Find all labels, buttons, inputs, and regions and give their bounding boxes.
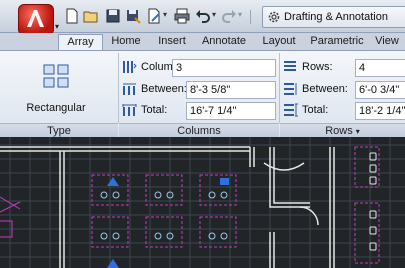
- save-icon[interactable]: [105, 8, 121, 24]
- chevron-down-icon: ▾: [355, 127, 360, 136]
- rows-icon: [284, 61, 296, 71]
- chevron-down-icon[interactable]: ▾: [163, 10, 167, 19]
- tab-home[interactable]: Home: [108, 33, 144, 50]
- columns-count-input[interactable]: 3: [172, 59, 276, 77]
- title-bar: ▾ ▾ ▾ ▾ Drafting & Annotation: [0, 0, 405, 34]
- columns-between-row: Between: 8'-3 5/8": [122, 81, 277, 99]
- column-spacing-icon: [123, 83, 136, 95]
- rows-label: Rows:: [302, 61, 333, 73]
- tab-annotate[interactable]: Annotate: [198, 33, 250, 50]
- rectangular-array-button[interactable]: Rectangular: [15, 58, 97, 118]
- row-total-icon: [284, 103, 298, 117]
- chevron-down-icon[interactable]: ▾: [212, 10, 216, 19]
- rows-between-label: Between:: [302, 83, 348, 95]
- columns-count-row: Columns: 3: [122, 59, 277, 77]
- rows-panel-title[interactable]: Rows ▾: [280, 123, 405, 137]
- column-total-icon: [122, 104, 137, 116]
- chevron-down-icon[interactable]: ▾: [238, 10, 242, 19]
- type-panel-title[interactable]: Type: [0, 123, 118, 137]
- rows-between-input[interactable]: 6'-0 3/4": [355, 81, 405, 99]
- columns-icon: [123, 61, 137, 73]
- drawing-canvas[interactable]: [0, 137, 405, 268]
- workspace-label: Drafting & Annotation: [284, 11, 388, 23]
- columns-total-label: Total:: [141, 104, 168, 116]
- columns-between-label: Between:: [141, 83, 187, 95]
- columns-panel-title[interactable]: Columns: [119, 123, 279, 137]
- columns-total-input[interactable]: 16'-7 1/4": [186, 102, 276, 120]
- rows-count-input[interactable]: 4: [355, 59, 405, 77]
- gear-icon: [268, 11, 280, 23]
- plot-icon[interactable]: [146, 8, 162, 24]
- rectangular-array-icon: [43, 64, 69, 88]
- redo-icon[interactable]: [221, 8, 237, 24]
- tab-parametric[interactable]: Parametric: [307, 33, 367, 50]
- floor-plan-drawing: [0, 137, 405, 268]
- print-icon[interactable]: [174, 8, 190, 24]
- tab-array[interactable]: Array: [58, 34, 103, 51]
- rectangular-label: Rectangular: [26, 102, 86, 114]
- application-menu-button[interactable]: ▾: [18, 4, 59, 34]
- rows-count-row: Rows: 4: [283, 59, 405, 77]
- ribbon-tabs: Array Home Insert Annotate Layout Parame…: [0, 33, 405, 51]
- rows-total-input[interactable]: 18'-2 1/4": [355, 102, 405, 120]
- rows-panel-title-text: Rows: [325, 125, 353, 137]
- columns-total-row: Total: 16'-7 1/4": [122, 102, 277, 120]
- tab-view[interactable]: View: [372, 33, 402, 50]
- row-spacing-icon: [284, 83, 297, 95]
- tab-insert[interactable]: Insert: [152, 33, 192, 50]
- undo-icon[interactable]: [195, 8, 211, 24]
- save-as-icon[interactable]: [125, 8, 141, 24]
- rows-total-label: Total:: [302, 104, 329, 116]
- tab-layout[interactable]: Layout: [258, 33, 300, 50]
- workspace-switcher[interactable]: Drafting & Annotation: [262, 6, 405, 28]
- autocad-logo-icon: [27, 10, 44, 27]
- chevron-down-icon: ▾: [54, 22, 59, 31]
- ribbon-panel: Rectangular Columns: 3 Between: 8'-3 5/8…: [0, 50, 405, 137]
- rows-total-row: Total: 18'-2 1/4": [283, 102, 405, 120]
- rows-between-row: Between: 6'-0 3/4": [283, 81, 405, 99]
- new-icon[interactable]: [64, 8, 80, 24]
- columns-between-input[interactable]: 8'-3 5/8": [186, 81, 276, 99]
- open-icon[interactable]: [83, 8, 99, 24]
